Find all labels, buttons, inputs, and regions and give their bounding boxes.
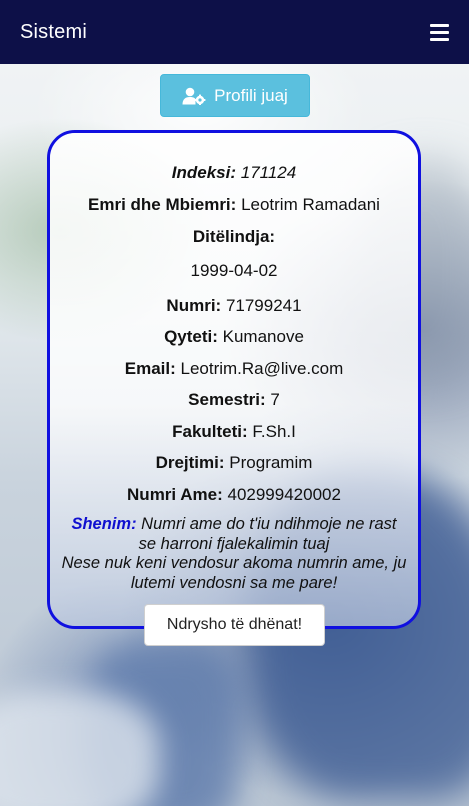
birthdate-value: 1999-04-02 [190, 261, 278, 280]
index-label: Indeksi: [171, 163, 237, 182]
profile-card: Indeksi: 171124 Emri dhe Mbiemri: Leotri… [47, 130, 421, 629]
mother-number-label: Numri Ame: [127, 485, 223, 504]
number-value: 71799241 [225, 296, 302, 315]
note-line-3: Nese nuk keni vendosur akoma numrin ame,… [61, 554, 407, 572]
city-row: Qyteti: Kumanove [50, 327, 418, 347]
number-label: Numri: [166, 296, 222, 315]
note-text-1: Numri ame do t'iu ndihmoje ne rast [141, 515, 397, 533]
number-row: Numri: 71799241 [50, 296, 418, 316]
direction-label: Drejtimi: [155, 453, 225, 472]
faculty-label: Fakulteti: [172, 422, 248, 441]
navbar: Sistemi [0, 0, 469, 64]
page: Sistemi Profili juaj Indeksi: 171124 Emr… [0, 0, 469, 806]
direction-row: Drejtimi: Programim [50, 453, 418, 473]
mother-number-row: Numri Ame: 402999420002 [50, 485, 418, 505]
index-value: 171124 [240, 163, 297, 182]
birthdate-row: Ditëlindja: [50, 227, 418, 247]
faculty-row: Fakulteti: F.Sh.I [50, 422, 418, 442]
name-row: Emri dhe Mbiemri: Leotrim Ramadani [50, 195, 418, 215]
email-value: Leotrim.Ra@live.com [180, 359, 344, 378]
direction-value: Programim [229, 453, 313, 472]
hamburger-menu-icon[interactable] [430, 23, 449, 41]
profile-button-label: Profili juaj [214, 85, 288, 105]
note-line-4: lutemi vendosni sa me pare! [130, 573, 338, 592]
birthdate-label: Ditëlindja: [192, 227, 276, 246]
profile-button[interactable]: Profili juaj [160, 74, 310, 117]
birthdate-value-row: 1999-04-02 [50, 261, 418, 281]
name-value: Leotrim Ramadani [241, 195, 380, 214]
city-label: Qyteti: [164, 327, 218, 346]
faculty-value: F.Sh.I [252, 422, 296, 441]
note-line-2: se harroni fjalekalimin tuaj [138, 534, 330, 553]
mother-number-value: 402999420002 [227, 485, 341, 504]
semester-value: 7 [270, 390, 280, 409]
index-row: Indeksi: 171124 [50, 163, 418, 183]
navbar-brand[interactable]: Sistemi [20, 21, 87, 44]
edit-data-button[interactable]: Ndrysho të dhënat! [144, 604, 325, 646]
email-row: Email: Leotrim.Ra@live.com [50, 359, 418, 379]
note-label: Shenim: [71, 515, 137, 533]
semester-label: Semestri: [188, 390, 266, 409]
email-label: Email: [124, 359, 176, 378]
semester-row: Semestri: 7 [50, 390, 418, 410]
note-line-1: Shenim: Numri ame do t'iu ndihmoje ne ra… [50, 515, 418, 535]
note: Shenim: Numri ame do t'iu ndihmoje ne ra… [50, 515, 418, 593]
city-value: Kumanove [222, 327, 304, 346]
user-gear-icon [182, 87, 206, 105]
name-label: Emri dhe Mbiemri: [88, 195, 237, 214]
